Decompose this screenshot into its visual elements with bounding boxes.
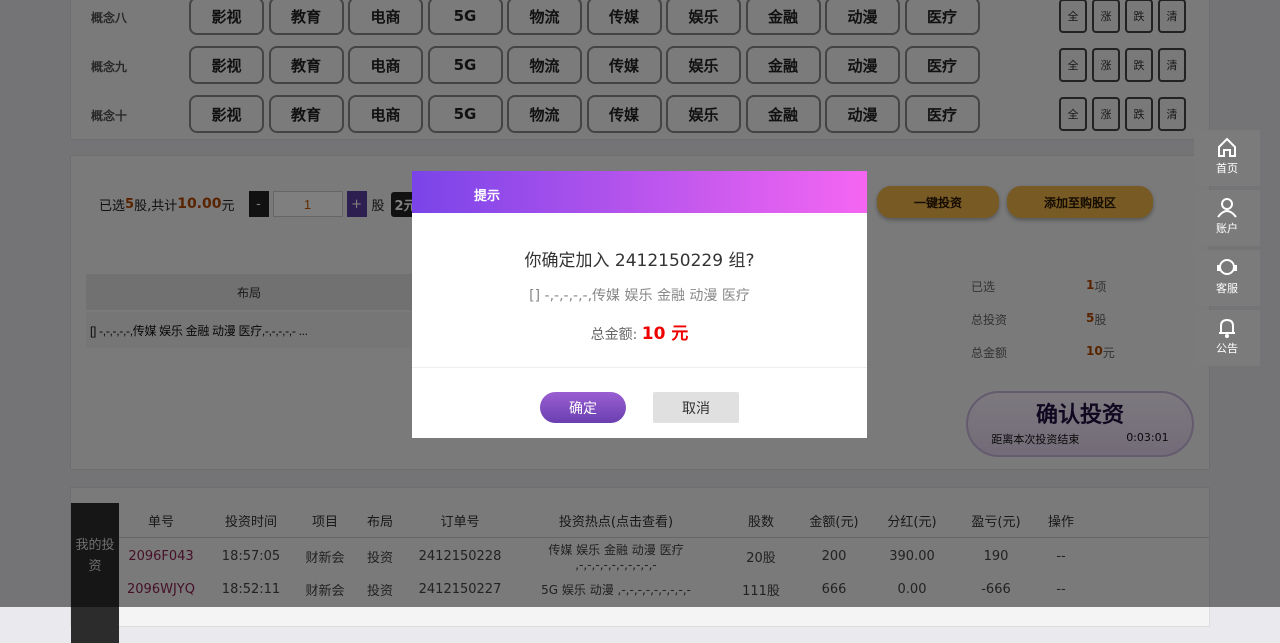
user-icon [1194,196,1260,218]
dialog-title: 提示 [412,171,867,213]
confirm-dialog: 提示 你确定加入 2412150229 组? [] -,-,-,-,-,传媒 娱… [412,171,867,438]
side-nav-label: 首页 [1216,162,1238,175]
side-nav-label: 客服 [1216,282,1238,295]
headset-icon [1194,256,1260,278]
bell-icon [1194,316,1260,338]
side-nav-headset[interactable]: 客服 [1194,250,1260,306]
side-nav-user[interactable]: 账户 [1194,190,1260,246]
ok-button[interactable]: 确定 [540,392,626,423]
amount-label: 总金额: [590,327,638,343]
side-nav-bell[interactable]: 公告 [1194,310,1260,366]
dialog-question: 你确定加入 2412150229 组? [524,251,755,271]
side-nav-label: 公告 [1216,342,1238,355]
dialog-detail: [] -,-,-,-,-,传媒 娱乐 金融 动漫 医疗 [529,288,750,304]
cancel-button[interactable]: 取消 [653,392,739,423]
home-icon [1194,136,1260,158]
side-nav-home[interactable]: 首页 [1194,130,1260,186]
side-nav-label: 账户 [1216,222,1238,235]
amount-value: 10 元 [641,324,689,344]
